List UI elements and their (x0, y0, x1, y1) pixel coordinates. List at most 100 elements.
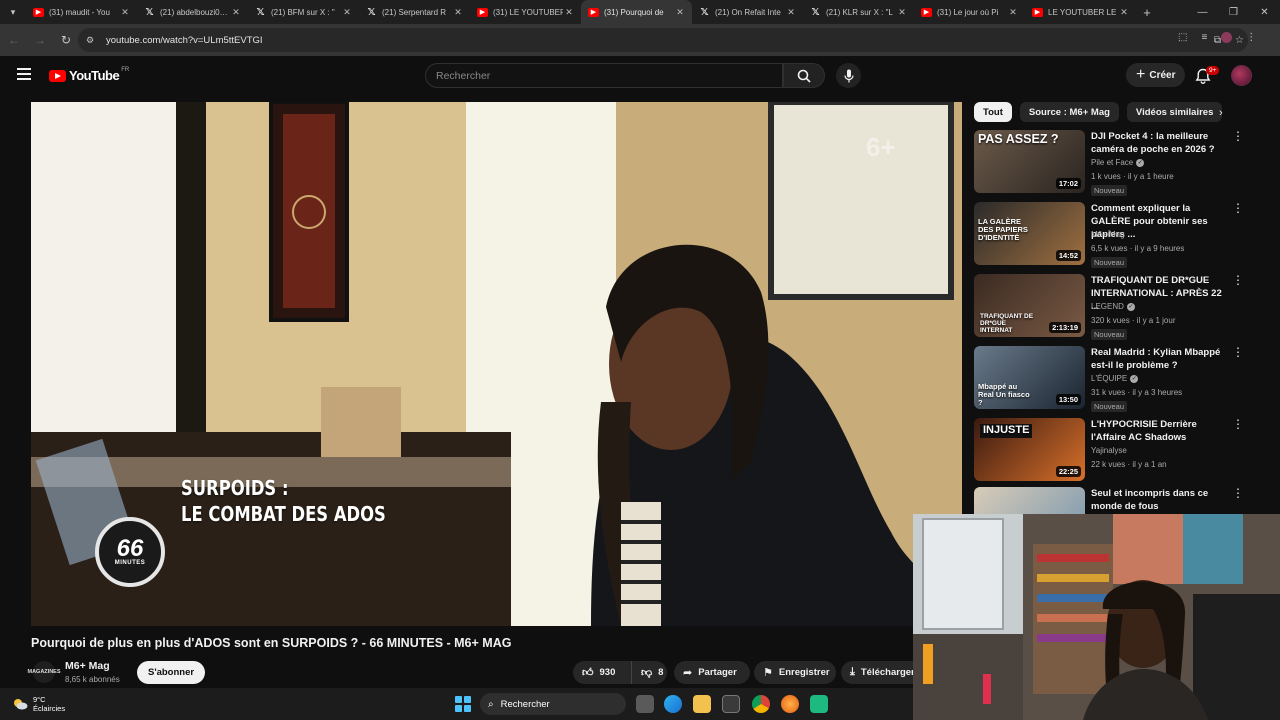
channel-name[interactable]: M6+ Mag (65, 660, 110, 672)
browser-tab[interactable]: 𝕏 (21) KLR sur X : "L ✕ (803, 0, 914, 24)
more-actions-icon[interactable]: ⋮ (1232, 418, 1244, 430)
address-bar[interactable]: ⚙ youtube.com/watch?v=ULm5ttEVTGI ⧉ ☆ (78, 28, 1248, 52)
forward-icon[interactable]: → (28, 28, 52, 52)
account-avatar[interactable] (1231, 65, 1252, 86)
taskbar-search[interactable]: ⌕ Rechercher (480, 693, 626, 715)
webcam-feed (913, 514, 1280, 720)
search-icon (797, 69, 811, 83)
video-thumbnail[interactable] (974, 487, 1085, 514)
browser-tab[interactable]: ▶ LE YOUTUBER LE ✕ (1025, 0, 1136, 24)
recommendation-item[interactable]: PAS ASSEZ ? 17:02 DJI Pocket 4 : la meille… (974, 130, 1244, 196)
minimize-icon[interactable]: — (1187, 0, 1218, 24)
tab-search-icon[interactable]: ▾ (0, 0, 26, 24)
windows-start-icon[interactable] (455, 696, 471, 712)
video-thumbnail[interactable]: INJUSTE 22:25 (974, 418, 1085, 481)
extensions-icon[interactable]: ⬚ (1178, 32, 1187, 43)
video-player[interactable]: 6+ SURPOIDS : LE COMBAT DES ADOS 66 MINU… (31, 102, 962, 626)
youtube-favicon-icon: ▶ (477, 7, 488, 17)
task-view-icon[interactable] (636, 695, 654, 713)
more-actions-icon[interactable]: ⋮ (1232, 346, 1244, 358)
browser-tab[interactable]: ▶ (31) Pourquoi de ✕ (581, 0, 692, 24)
search-button[interactable] (783, 63, 825, 88)
tab-close-icon[interactable]: ✕ (785, 7, 797, 18)
youtube-favicon-icon: ▶ (588, 7, 599, 17)
more-actions-icon[interactable]: ⋮ (1232, 202, 1244, 214)
tab-close-icon[interactable]: ✕ (674, 7, 686, 18)
chrome-menu-icon[interactable]: ⋮ (1246, 32, 1256, 43)
chips-next-chevron-icon[interactable]: › (1219, 107, 1223, 119)
notification-count-badge: 9+ (1206, 66, 1220, 75)
back-icon[interactable]: ← (2, 28, 26, 52)
download-label: Télécharger (860, 667, 915, 678)
save-button[interactable]: ⚑ Enregistrer (754, 661, 836, 684)
recommendation-channel[interactable]: Yajinalyse (1091, 446, 1127, 455)
video-thumbnail[interactable]: TRAFIQUANT DE DR*GUE INTERNAT 2:13:19 (974, 274, 1085, 337)
tab-close-icon[interactable]: ✕ (1118, 7, 1130, 18)
browser-tab[interactable]: 𝕏 (21) Serpentard R ✕ (359, 0, 470, 24)
youtube-header: YouTube FR Rechercher + Créer (0, 56, 1280, 96)
dislike-count: 8 (658, 667, 664, 678)
chip-similar[interactable]: Vidéos similaires (1126, 102, 1223, 122)
recommendation-item[interactable]: Seul et incompris dans ce monde de fous ⋮ (974, 487, 1244, 514)
tab-close-icon[interactable]: ✕ (119, 7, 131, 18)
recommendation-channel[interactable]: M6+ Mag (1091, 230, 1125, 239)
close-window-icon[interactable]: ✕ (1249, 0, 1280, 24)
chip-all[interactable]: Tout (974, 102, 1012, 122)
recommendation-item[interactable]: Mbappé au Real Un fiasco ? 13:50 Real Madr… (974, 346, 1244, 412)
recommendation-title[interactable]: L'HYPOCRISIE Derrière l'Affaire AC Shado… (1091, 418, 1226, 444)
weather-widget[interactable]: 9°C Éclaircies (12, 695, 65, 713)
video-thumbnail[interactable]: PAS ASSEZ ? 17:02 (974, 130, 1085, 193)
site-info-icon[interactable]: ⚙ (86, 35, 100, 46)
dislike-button[interactable]: 👎︎ 8 (631, 661, 667, 684)
recommendation-channel[interactable]: L'ÉQUIPE ✓ (1091, 374, 1139, 383)
store-icon[interactable] (722, 695, 740, 713)
more-actions-icon[interactable]: ⋮ (1232, 274, 1244, 286)
reload-icon[interactable]: ↻ (54, 28, 78, 52)
file-explorer-icon[interactable] (693, 695, 711, 713)
new-tab-button[interactable]: + (1136, 5, 1158, 20)
maximize-icon[interactable]: ❐ (1218, 0, 1249, 24)
create-button[interactable]: + Créer (1126, 63, 1186, 87)
share-button[interactable]: ➦ Partager (674, 661, 750, 684)
recommendation-item[interactable]: TRAFIQUANT DE DR*GUE INTERNAT 2:13:19 TRAF… (974, 274, 1244, 340)
media-icon[interactable]: ≡ (1201, 32, 1207, 43)
chip-source[interactable]: Source : M6+ Mag (1019, 102, 1119, 122)
browser-tab[interactable]: 𝕏 (21) On Refait Inte ✕ (692, 0, 803, 24)
browser-tab[interactable]: ▶ (31) LE YOUTUBER ✕ (470, 0, 581, 24)
like-button[interactable]: 👍︎ 930 (573, 661, 631, 684)
browser-tab[interactable]: ▶ (31) Le jour où Pi ✕ (914, 0, 1025, 24)
recommendation-channel[interactable]: Pile et Face ✓ (1091, 158, 1145, 167)
browser-tab[interactable]: ▶ (31) maudit - You ✕ (26, 0, 137, 24)
edge-browser-icon[interactable] (664, 695, 682, 713)
browser-tab[interactable]: 𝕏 (21) abdelbouzi0… ✕ (137, 0, 248, 24)
menu-icon[interactable] (17, 68, 31, 80)
tab-close-icon[interactable]: ✕ (1007, 7, 1019, 18)
tab-close-icon[interactable]: ✕ (452, 7, 464, 18)
tab-close-icon[interactable]: ✕ (563, 7, 575, 18)
channel-avatar[interactable]: MAGAZINES (28, 661, 61, 683)
recommendation-title[interactable]: Real Madrid : Kylian Mbappé est-il le pr… (1091, 346, 1226, 372)
video-thumbnail[interactable]: LA GALÈRE DES PAPIERS D'IDENTITÉ 14:52 (974, 202, 1085, 265)
verified-check-icon: ✓ (1126, 302, 1135, 311)
app-icon[interactable] (810, 695, 828, 713)
youtube-logo[interactable]: YouTube FR (49, 67, 129, 83)
tab-close-icon[interactable]: ✕ (896, 7, 908, 18)
subscribe-button[interactable]: S'abonner (137, 661, 206, 684)
recommendation-channel[interactable]: LEGEND ✓ (1091, 302, 1135, 311)
search-input[interactable]: Rechercher (425, 63, 783, 88)
profile-icon[interactable] (1221, 32, 1233, 43)
more-actions-icon[interactable]: ⋮ (1232, 130, 1244, 142)
chrome-browser-icon[interactable] (752, 695, 770, 713)
recommendation-title[interactable]: DJI Pocket 4 : la meilleure caméra de po… (1091, 130, 1226, 156)
tab-close-icon[interactable]: ✕ (230, 7, 242, 18)
voice-search-button[interactable] (836, 63, 861, 88)
recommendation-item[interactable]: LA GALÈRE DES PAPIERS D'IDENTITÉ 14:52 Com… (974, 202, 1244, 268)
video-thumbnail[interactable]: Mbappé au Real Un fiasco ? 13:50 (974, 346, 1085, 409)
recommendation-title[interactable]: Seul et incompris dans ce monde de fous (1091, 487, 1226, 513)
more-actions-icon[interactable]: ⋮ (1232, 487, 1244, 499)
download-button[interactable]: ⤓ Télécharger (841, 661, 921, 684)
recommendation-item[interactable]: INJUSTE 22:25 L'HYPOCRISIE Derrière l'Affa… (974, 418, 1244, 482)
tab-close-icon[interactable]: ✕ (341, 7, 353, 18)
firefox-browser-icon[interactable] (781, 695, 799, 713)
browser-tab[interactable]: 𝕏 (21) BFM sur X : " ✕ (248, 0, 359, 24)
